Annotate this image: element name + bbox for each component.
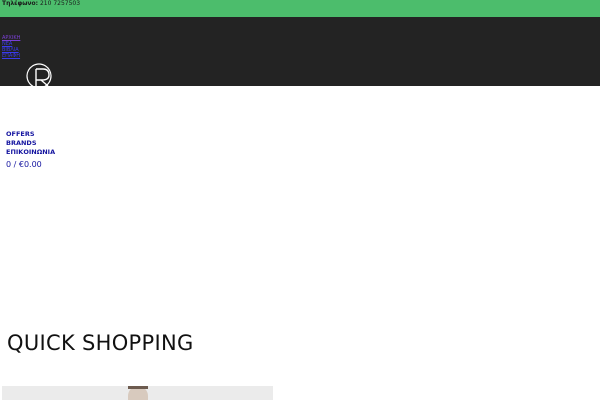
top-bar: Τηλέφωνο: 210 7257503 [0,0,600,17]
product-image[interactable] [2,386,273,400]
phone-info: Τηλέφωνο: 210 7257503 [2,0,80,7]
phone-label: Τηλέφωνο: [2,0,39,7]
cart-summary-link[interactable]: 0 / €0.00 [6,160,42,169]
section-title: QUICK SHOPPING [7,331,194,355]
nav-link-offers[interactable]: OFFERS [6,130,55,139]
header-mini-nav: ΑΡΧΙΚΗ ΝΕΑ ΒΙΒΛΙΑ ΕΠΑΦΗ [2,35,20,59]
r-monogram-logo-icon[interactable] [24,62,54,89]
site-header [0,17,600,86]
main-nav: OFFERS BRANDS ΕΠΙΚΟΙΝΩΝΙΑ [6,130,55,157]
phone-number[interactable]: 210 7257503 [40,0,80,7]
nav-link-brands[interactable]: BRANDS [6,139,55,148]
nav-link-contact[interactable]: ΕΠΙΚΟΙΝΩΝΙΑ [6,148,55,157]
model-photo-hair [128,386,148,389]
mini-nav-link-contact[interactable]: ΕΠΑΦΗ [2,53,20,59]
